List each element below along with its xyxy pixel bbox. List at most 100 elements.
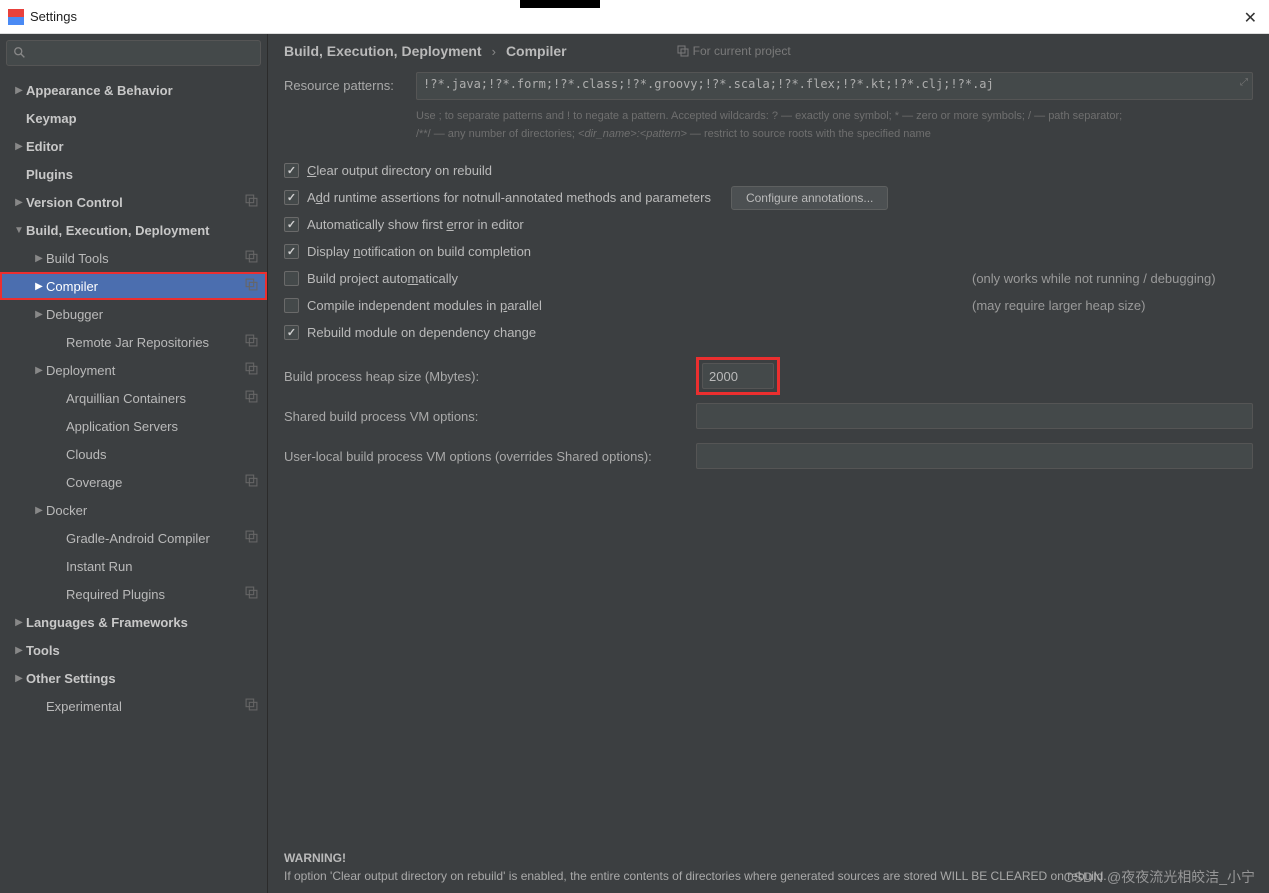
user-vm-input[interactable] [696, 443, 1253, 469]
sidebar-item-version-control[interactable]: ▶Version Control [0, 188, 267, 216]
sidebar-item-required-plugins[interactable]: Required Plugins [0, 580, 267, 608]
sidebar-item-arquillian-containers[interactable]: Arquillian Containers [0, 384, 267, 412]
sidebar-item-other-settings[interactable]: ▶Other Settings [0, 664, 267, 692]
sidebar-item-build-tools[interactable]: ▶Build Tools [0, 244, 267, 272]
user-vm-label: User-local build process VM options (ove… [284, 449, 684, 464]
warning-body: If option 'Clear output directory on reb… [284, 867, 1253, 885]
sidebar-item-keymap[interactable]: Keymap [0, 104, 267, 132]
sidebar-item-label: Languages & Frameworks [26, 615, 261, 630]
expand-arrow-icon[interactable]: ▼ [12, 225, 26, 236]
search-input[interactable] [31, 46, 254, 60]
expand-arrow-icon[interactable]: ▶ [12, 645, 26, 656]
sidebar-item-application-servers[interactable]: Application Servers [0, 412, 267, 440]
checkbox-label: Build project automatically [307, 271, 458, 286]
copy-scope-icon [245, 390, 261, 406]
main-area: ▶Appearance & BehaviorKeymap▶EditorPlugi… [0, 34, 1269, 893]
checkbox[interactable] [284, 190, 299, 205]
checkbox[interactable] [284, 298, 299, 313]
sidebar-item-label: Gradle-Android Compiler [66, 531, 245, 546]
sidebar-item-build-execution-deployment[interactable]: ▼Build, Execution, Deployment [0, 216, 267, 244]
sidebar-item-compiler[interactable]: ▶Compiler [0, 272, 267, 300]
sidebar-item-label: Plugins [26, 167, 261, 182]
copy-scope-icon [245, 334, 261, 350]
scope-label: For current project [677, 44, 791, 58]
shared-vm-row: Shared build process VM options: [284, 396, 1253, 436]
sidebar-item-plugins[interactable]: Plugins [0, 160, 267, 188]
sidebar-item-coverage[interactable]: Coverage [0, 468, 267, 496]
breadcrumb-leaf: Compiler [506, 43, 567, 59]
sidebar-item-label: Other Settings [26, 671, 261, 686]
expand-arrow-icon[interactable]: ▶ [32, 505, 46, 516]
resource-patterns-input[interactable]: !?*.java;!?*.form;!?*.class;!?*.groovy;!… [416, 72, 1253, 100]
search-box[interactable] [6, 40, 261, 66]
sidebar-item-docker[interactable]: ▶Docker [0, 496, 267, 524]
copy-scope-icon [245, 530, 261, 546]
sidebar-item-label: Arquillian Containers [66, 391, 245, 406]
checkbox[interactable] [284, 244, 299, 259]
sidebar-item-instant-run[interactable]: Instant Run [0, 552, 267, 580]
checkbox[interactable] [284, 271, 299, 286]
expand-arrow-icon[interactable]: ▶ [32, 365, 46, 376]
sidebar-item-label: Required Plugins [66, 587, 245, 602]
breadcrumb-sep: › [492, 44, 496, 59]
expand-icon[interactable]: ⤢ [1240, 77, 1248, 88]
expand-arrow-icon[interactable]: ▶ [12, 197, 26, 208]
checkbox[interactable] [284, 217, 299, 232]
sidebar-item-gradle-android-compiler[interactable]: Gradle-Android Compiler [0, 524, 267, 552]
sidebar-item-label: Build Tools [46, 251, 245, 266]
user-vm-row: User-local build process VM options (ove… [284, 436, 1253, 476]
settings-tree: ▶Appearance & BehaviorKeymap▶EditorPlugi… [0, 72, 267, 893]
sidebar-item-label: Debugger [46, 307, 261, 322]
sidebar-item-deployment[interactable]: ▶Deployment [0, 356, 267, 384]
sidebar-item-languages-frameworks[interactable]: ▶Languages & Frameworks [0, 608, 267, 636]
checkbox[interactable] [284, 163, 299, 178]
option-note: (may require larger heap size) [972, 298, 1145, 313]
option-row-0: Clear output directory on rebuild [284, 157, 1253, 184]
shared-vm-input[interactable] [696, 403, 1253, 429]
expand-arrow-icon[interactable]: ▶ [32, 281, 46, 292]
sidebar-item-label: Application Servers [66, 419, 261, 434]
sidebar-item-clouds[interactable]: Clouds [0, 440, 267, 468]
expand-arrow-icon[interactable]: ▶ [12, 673, 26, 684]
sidebar-item-appearance-behavior[interactable]: ▶Appearance & Behavior [0, 76, 267, 104]
expand-arrow-icon[interactable]: ▶ [12, 85, 26, 96]
expand-arrow-icon[interactable]: ▶ [32, 309, 46, 320]
option-note: (only works while not running / debuggin… [972, 271, 1216, 286]
sidebar-item-remote-jar-repositories[interactable]: Remote Jar Repositories [0, 328, 267, 356]
checkbox[interactable] [284, 325, 299, 340]
heap-size-label: Build process heap size (Mbytes): [284, 369, 684, 384]
close-icon[interactable]: ✕ [1244, 8, 1257, 28]
option-row-5: Compile independent modules in parallel (… [284, 292, 1253, 319]
breadcrumb-root[interactable]: Build, Execution, Deployment [284, 43, 482, 59]
sidebar-item-tools[interactable]: ▶Tools [0, 636, 267, 664]
breadcrumb: Build, Execution, Deployment › Compiler … [268, 34, 1269, 68]
resource-patterns-row: Resource patterns: !?*.java;!?*.form;!?*… [284, 72, 1253, 100]
resource-patterns-label: Resource patterns: [284, 72, 404, 93]
sidebar-item-label: Experimental [46, 699, 245, 714]
sidebar-item-label: Build, Execution, Deployment [26, 223, 261, 238]
option-row-6: Rebuild module on dependency change [284, 319, 1253, 346]
checkbox-label: Add runtime assertions for notnull-annot… [307, 190, 711, 205]
sidebar-item-debugger[interactable]: ▶Debugger [0, 300, 267, 328]
copy-scope-icon [245, 474, 261, 490]
sidebar-item-editor[interactable]: ▶Editor [0, 132, 267, 160]
project-scope-icon [677, 45, 689, 57]
sidebar-item-label: Appearance & Behavior [26, 83, 261, 98]
checkbox-label: Compile independent modules in parallel [307, 298, 542, 313]
warning-block: WARNING! If option 'Clear output directo… [268, 839, 1269, 893]
configure-annotations-button[interactable]: Configure annotations... [731, 186, 888, 210]
top-dark-strip [520, 0, 600, 8]
copy-scope-icon [245, 586, 261, 602]
copy-scope-icon [245, 250, 261, 266]
expand-arrow-icon[interactable]: ▶ [12, 141, 26, 152]
copy-scope-icon [245, 698, 261, 714]
checkbox-label: Display notification on build completion [307, 244, 531, 259]
red-highlight-heap [696, 357, 780, 395]
sidebar: ▶Appearance & BehaviorKeymap▶EditorPlugi… [0, 34, 268, 893]
sidebar-item-experimental[interactable]: Experimental [0, 692, 267, 720]
expand-arrow-icon[interactable]: ▶ [32, 253, 46, 264]
heap-size-row: Build process heap size (Mbytes): [284, 356, 1253, 396]
heap-size-input[interactable] [702, 363, 774, 389]
expand-arrow-icon[interactable]: ▶ [12, 617, 26, 628]
search-icon [13, 46, 27, 60]
